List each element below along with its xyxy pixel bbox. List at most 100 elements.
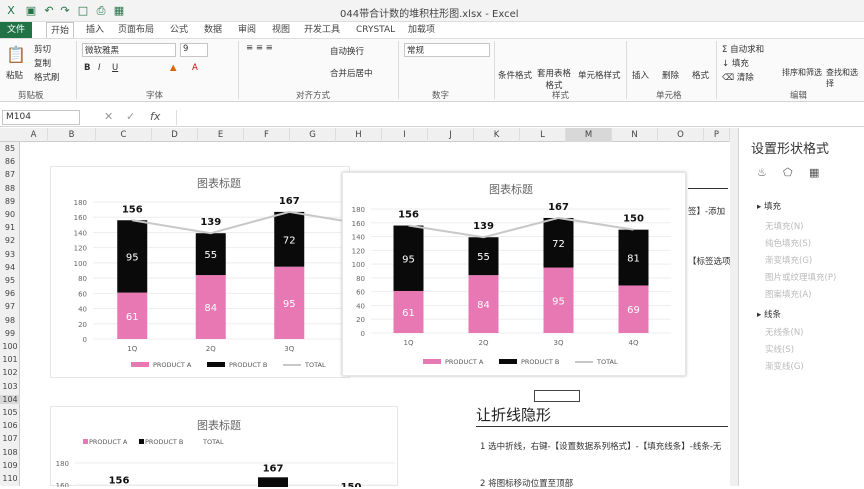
row-header-91[interactable]: 91: [0, 223, 20, 232]
insert-cells-button[interactable]: 插入: [632, 69, 649, 81]
row-header-100[interactable]: 100: [0, 342, 20, 351]
tab-addins[interactable]: 加载项: [404, 22, 439, 38]
tab-home[interactable]: 开始: [46, 22, 75, 38]
pane-option[interactable]: 图片或纹理填充(P): [765, 271, 836, 283]
cancel-icon[interactable]: ✕: [104, 110, 113, 123]
print-icon[interactable]: ⎙: [94, 4, 108, 18]
row-header-89[interactable]: 89: [0, 197, 20, 206]
row-header-101[interactable]: 101: [0, 355, 20, 364]
new-icon[interactable]: □: [76, 4, 90, 18]
row-header-97[interactable]: 97: [0, 302, 20, 311]
paste-button[interactable]: 粘贴: [6, 69, 23, 81]
row-header-104[interactable]: 104: [0, 394, 20, 404]
conditional-format-button[interactable]: 条件格式: [498, 69, 532, 81]
row-header-86[interactable]: 86: [0, 157, 20, 166]
row-header-106[interactable]: 106: [0, 421, 20, 430]
vertical-scrollbar[interactable]: [730, 128, 738, 486]
chart-2[interactable]: 图表标题 0 20 40 60 80 100 120 140 160 180 61 95 156 1Q 84…: [342, 172, 686, 376]
chart-3[interactable]: 图表标题 PRODUCT APRODUCT BTOTAL140160180156…: [50, 406, 398, 487]
row-header-99[interactable]: 99: [0, 329, 20, 338]
row-header-94[interactable]: 94: [0, 263, 20, 272]
tab-formulas[interactable]: 公式: [166, 22, 192, 38]
row-header-98[interactable]: 98: [0, 316, 20, 325]
fill-button[interactable]: ↓ 填充: [722, 57, 749, 69]
line-section-toggle[interactable]: ▸ 线条: [757, 308, 781, 320]
column-header-D[interactable]: D: [152, 128, 198, 142]
chart-1[interactable]: 图表标题 0 20 40 60 80 100 120 140 160 180 61 95 156 1Q 84…: [50, 166, 351, 378]
align-icons[interactable]: ≡ ≡ ≡: [246, 43, 273, 53]
column-header-A[interactable]: A: [20, 128, 48, 142]
name-box[interactable]: M104: [2, 110, 80, 125]
redo-icon[interactable]: ↷: [58, 4, 72, 18]
font-size-select[interactable]: 9: [180, 43, 208, 57]
pane-option[interactable]: 无填充(N): [765, 220, 804, 232]
fill-color-icon[interactable]: ▲: [170, 63, 177, 73]
row-header-92[interactable]: 92: [0, 236, 20, 245]
row-header-109[interactable]: 109: [0, 461, 20, 470]
tab-view[interactable]: 视图: [268, 22, 294, 38]
column-header-L[interactable]: L: [520, 128, 566, 142]
format-painter-button[interactable]: 格式刷: [34, 71, 60, 83]
row-header-96[interactable]: 96: [0, 289, 20, 298]
row-header-85[interactable]: 85: [0, 144, 20, 153]
column-header-F[interactable]: F: [244, 128, 290, 142]
font-color-icon[interactable]: A: [192, 63, 198, 73]
column-header-N[interactable]: N: [612, 128, 658, 142]
tab-page-layout[interactable]: 页面布局: [114, 22, 158, 38]
number-format-select[interactable]: 常规: [404, 43, 490, 57]
copy-button[interactable]: 复制: [34, 57, 51, 69]
table-format-button[interactable]: 套用表格格式: [534, 67, 574, 91]
pane-option[interactable]: 图案填充(A): [765, 288, 811, 300]
column-header-E[interactable]: E: [198, 128, 244, 142]
row-header-103[interactable]: 103: [0, 382, 20, 391]
font-name-select[interactable]: 微软雅黑: [82, 43, 176, 57]
row-header-105[interactable]: 105: [0, 408, 20, 417]
effects-icon[interactable]: ⬠: [783, 166, 793, 179]
row-header-110[interactable]: 110: [0, 474, 20, 483]
pane-option[interactable]: 无线条(N): [765, 326, 804, 338]
fill-line-icon[interactable]: ♨: [757, 166, 767, 179]
row-header-95[interactable]: 95: [0, 276, 20, 285]
column-header-M[interactable]: M: [566, 128, 612, 142]
save-icon[interactable]: ▣: [24, 4, 38, 18]
autosum-button[interactable]: Σ 自动求和: [722, 43, 764, 55]
fill-section-toggle[interactable]: ▸ 填充: [757, 200, 781, 212]
size-icon[interactable]: ▦: [809, 166, 819, 179]
underline-icon[interactable]: U: [112, 63, 118, 73]
pane-option[interactable]: 实线(S): [765, 343, 794, 355]
table-icon[interactable]: ▦: [112, 4, 126, 18]
tab-file[interactable]: 文件: [0, 22, 32, 38]
column-header-K[interactable]: K: [474, 128, 520, 142]
wrap-text-button[interactable]: 自动换行: [330, 45, 364, 57]
selected-cell[interactable]: [534, 390, 580, 402]
column-header-H[interactable]: H: [336, 128, 382, 142]
tab-insert[interactable]: 插入: [82, 22, 108, 38]
column-header-B[interactable]: B: [48, 128, 96, 142]
column-header-G[interactable]: G: [290, 128, 336, 142]
enter-icon[interactable]: ✓: [126, 110, 135, 123]
pane-option[interactable]: 纯色填充(S): [765, 237, 811, 249]
bold-icon[interactable]: B: [84, 63, 90, 73]
pane-option[interactable]: 渐变填充(G): [765, 254, 812, 266]
column-header-J[interactable]: J: [428, 128, 474, 142]
row-header-93[interactable]: 93: [0, 250, 20, 259]
row-header-108[interactable]: 108: [0, 448, 20, 457]
column-header-C[interactable]: C: [96, 128, 152, 142]
tab-data[interactable]: 数据: [200, 22, 226, 38]
column-header-P[interactable]: P: [704, 128, 730, 142]
row-header-87[interactable]: 87: [0, 170, 20, 179]
row-header-102[interactable]: 102: [0, 368, 20, 377]
row-header-107[interactable]: 107: [0, 434, 20, 443]
cell-style-button[interactable]: 单元格样式: [578, 69, 621, 81]
cut-button[interactable]: 剪切: [34, 43, 51, 55]
row-header-88[interactable]: 88: [0, 184, 20, 193]
find-select-button[interactable]: 查找和选择: [826, 67, 864, 89]
tab-developer[interactable]: 开发工具: [300, 22, 344, 38]
tab-crystal[interactable]: CRYSTAL: [352, 22, 399, 38]
function-icon[interactable]: fx: [150, 110, 160, 123]
italic-icon[interactable]: I: [98, 63, 101, 73]
format-cells-button[interactable]: 格式: [692, 69, 709, 81]
column-header-I[interactable]: I: [382, 128, 428, 142]
formula-input[interactable]: [176, 110, 862, 125]
paste-icon[interactable]: 📋: [6, 45, 26, 64]
